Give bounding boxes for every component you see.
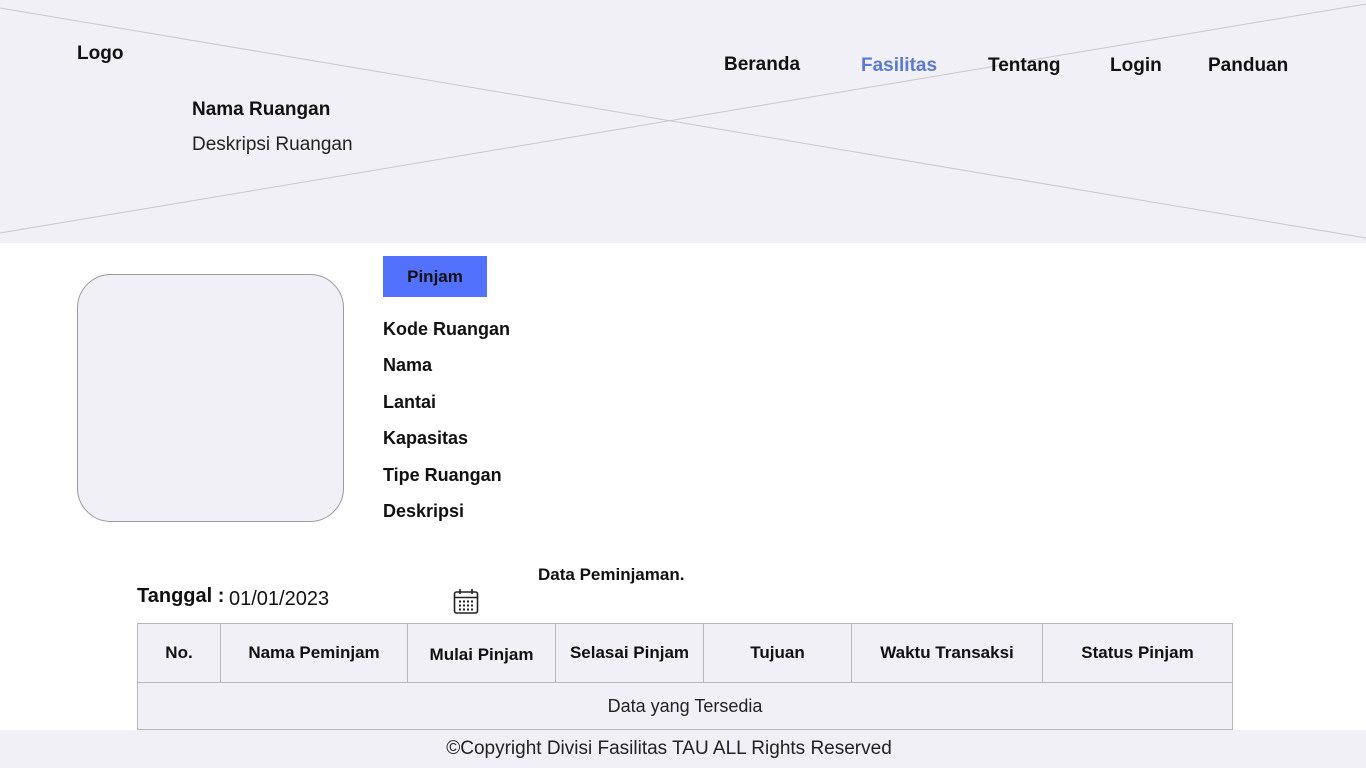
hero-banner: Logo Beranda Fasilitas Tentang Login Pan…	[0, 0, 1366, 243]
col-nama-peminjam: Nama Peminjam	[221, 624, 408, 682]
field-deskripsi: Deskripsi	[383, 500, 465, 521]
col-waktu-transaksi: Waktu Transaksi	[852, 624, 1043, 682]
room-info-list: Kode Ruangan Nama Lantai Kapasitas Tipe …	[383, 318, 510, 536]
data-peminjaman-title: Data Peminjaman.	[538, 565, 685, 584]
image-placeholder-cross	[0, 3, 1366, 239]
field-kode-ruangan: Kode Ruangan	[383, 319, 511, 339]
room-description-text: Deskripsi Ruangan	[192, 134, 353, 155]
nav-fasilitas[interactable]: Fasilitas	[861, 55, 937, 77]
nav-panduan[interactable]: Panduan	[1208, 55, 1288, 77]
table-empty-row: Data yang Tersedia	[137, 683, 1233, 730]
col-mulai-pinjam: Mulai Pinjam	[408, 624, 556, 682]
field-lantai: Lantai	[383, 391, 437, 412]
table-header: No. Nama Peminjam Mulai Pinjam Selasai P…	[137, 623, 1233, 683]
nav-login[interactable]: Login	[1110, 55, 1162, 77]
footer: ©Copyright Divisi Fasilitas TAU ALL Righ…	[0, 730, 1366, 768]
main-nav: Beranda Fasilitas Tentang Login Panduan	[0, 54, 1366, 80]
field-kapasitas: Kapasitas	[383, 428, 469, 449]
col-no: No.	[138, 624, 221, 682]
copyright-text: ©Copyright Divisi Fasilitas TAU ALL Righ…	[446, 738, 892, 759]
pinjam-button[interactable]: Pinjam	[383, 256, 487, 297]
col-selesai-pinjam: Selasai Pinjam	[556, 624, 704, 682]
calendar-icon[interactable]	[452, 587, 480, 615]
peminjaman-table: No. Nama Peminjam Mulai Pinjam Selasai P…	[137, 623, 1233, 730]
room-name-heading: Nama Ruangan	[192, 99, 331, 120]
field-nama: Nama	[383, 355, 433, 376]
col-status-pinjam: Status Pinjam	[1081, 643, 1194, 662]
nav-tentang[interactable]: Tentang	[988, 55, 1060, 77]
room-image-placeholder	[77, 274, 344, 522]
field-tipe-ruangan: Tipe Ruangan	[383, 464, 502, 485]
date-input[interactable]	[229, 588, 439, 611]
col-tujuan: Tujuan	[704, 624, 852, 682]
nav-beranda[interactable]: Beranda	[724, 54, 800, 76]
tanggal-label: Tanggal :	[137, 585, 225, 607]
page: Logo Beranda Fasilitas Tentang Login Pan…	[0, 0, 1366, 768]
